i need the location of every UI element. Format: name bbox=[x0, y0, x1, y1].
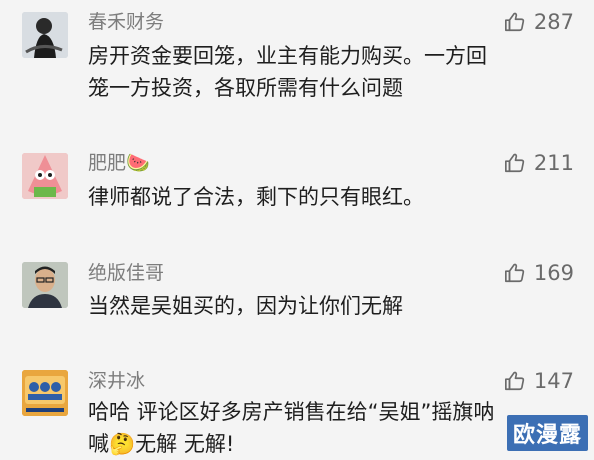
thinking-face-icon: 🤔 bbox=[109, 432, 136, 456]
comment-line: 喊🤔无解 无解! bbox=[88, 432, 235, 456]
comment-author[interactable]: 春禾财务 bbox=[88, 11, 164, 33]
like-count: 169 bbox=[533, 261, 574, 285]
thumbs-up-icon bbox=[504, 263, 525, 283]
like-count: 147 bbox=[533, 369, 574, 393]
comment-line: 笼一方投资，各取所需有什么问题 bbox=[88, 76, 403, 100]
thumbs-up-icon bbox=[504, 153, 525, 173]
like-button[interactable]: 147 bbox=[504, 370, 574, 392]
like-button[interactable]: 169 bbox=[504, 262, 574, 284]
comment-text: 房开资金要回笼，业主有能力购买。一方回 笼一方投资，各取所需有什么问题 bbox=[88, 40, 568, 104]
like-button[interactable]: 211 bbox=[504, 152, 574, 174]
thumbs-up-icon bbox=[504, 371, 525, 391]
comment-author[interactable]: 深井冰 bbox=[88, 370, 145, 392]
comment-item: 绝版佳哥 169 当然是吴姐买的，因为让你们无解 bbox=[0, 250, 594, 340]
like-button[interactable]: 287 bbox=[504, 11, 574, 33]
comment-text: 哈哈 评论区好多房产销售在给“吴姐”摇旗呐 喊🤔无解 无解! bbox=[88, 396, 568, 460]
watermelon-icon: 🍉 bbox=[126, 152, 150, 174]
comment-line: 律师都说了合法，剩下的只有眼红。 bbox=[88, 185, 424, 209]
comment-item: 春禾财务 287 房开资金要回笼，业主有能力购买。一方回 笼一方投资，各取所需有… bbox=[0, 0, 594, 110]
comment-text: 当然是吴姐买的，因为让你们无解 bbox=[88, 290, 568, 322]
comment-line: 房开资金要回笼，业主有能力购买。一方回 bbox=[88, 44, 487, 68]
avatar[interactable] bbox=[22, 153, 68, 199]
comment-line: 哈哈 评论区好多房产销售在给“吴姐”摇旗呐 bbox=[88, 400, 495, 424]
author-name: 肥肥 bbox=[88, 152, 127, 174]
comment-line: 当然是吴姐买的，因为让你们无解 bbox=[88, 294, 403, 318]
site-watermark: 欧漫露 bbox=[506, 415, 588, 451]
avatar[interactable] bbox=[22, 370, 68, 416]
like-count: 287 bbox=[533, 10, 574, 34]
avatar[interactable] bbox=[22, 12, 68, 58]
comment-author[interactable]: 绝版佳哥 bbox=[88, 262, 164, 284]
comment-item: 深井冰 147 哈哈 评论区好多房产销售在给“吴姐”摇旗呐 喊🤔无解 无解! bbox=[0, 358, 594, 457]
comment-item: 肥肥🍉 211 律师都说了合法，剩下的只有眼红。 bbox=[0, 140, 594, 230]
comment-author[interactable]: 肥肥🍉 bbox=[88, 152, 150, 174]
comment-text: 律师都说了合法，剩下的只有眼红。 bbox=[88, 181, 568, 213]
like-count: 211 bbox=[533, 151, 574, 175]
avatar[interactable] bbox=[22, 262, 68, 308]
thumbs-up-icon bbox=[504, 12, 525, 32]
